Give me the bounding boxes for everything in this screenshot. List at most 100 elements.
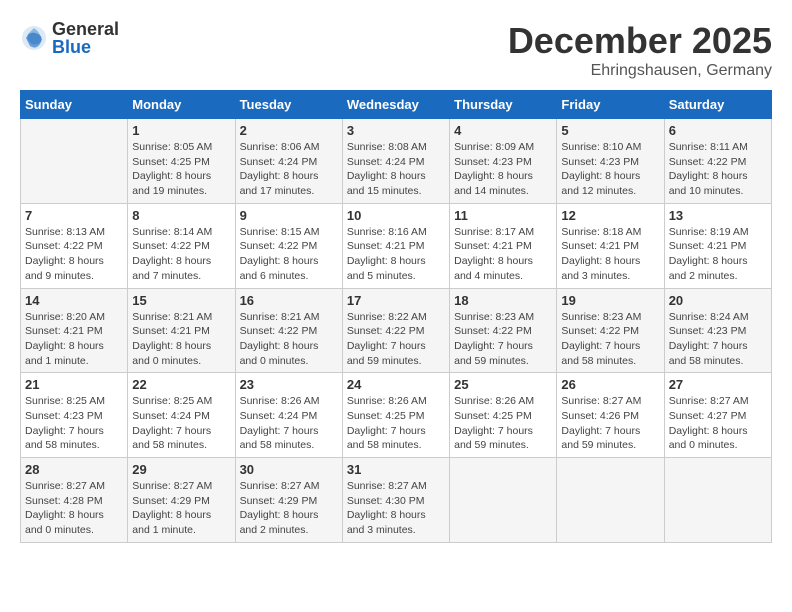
- calendar-cell: 15Sunrise: 8:21 AM Sunset: 4:21 PM Dayli…: [128, 288, 235, 373]
- calendar-cell: 17 Sunrise: 8:22 AM Sunset: 4:22 PM Dayli…: [342, 288, 449, 373]
- day-info: Sunrise: 8:25 AM Sunset: 4:24 PM Dayligh…: [132, 394, 230, 453]
- calendar-cell: 31 Sunrise: 8:27 AM Sunset: 4:30 PM Dayli…: [342, 458, 449, 543]
- calendar-cell: 6Sunrise: 8:11 AM Sunset: 4:22 PM Daylig…: [664, 119, 771, 204]
- day-number: 7: [25, 208, 123, 223]
- weekday-header-sunday: Sunday: [21, 91, 128, 119]
- day-info: Sunrise: 8:24 AM Sunset: 4:23 PM Dayligh…: [669, 310, 767, 369]
- logo-blue: Blue: [52, 38, 119, 56]
- calendar-cell: 16 Sunrise: 8:21 AM Sunset: 4:22 PM Dayli…: [235, 288, 342, 373]
- calendar-cell: 22 Sunrise: 8:25 AM Sunset: 4:24 PM Dayli…: [128, 373, 235, 458]
- day-number: 28: [25, 462, 123, 477]
- calendar-cell: 28Sunrise: 8:27 AM Sunset: 4:28 PM Dayli…: [21, 458, 128, 543]
- weekday-header-saturday: Saturday: [664, 91, 771, 119]
- day-info: Sunrise: 8:27 AM Sunset: 4:30 PM Dayligh…: [347, 479, 445, 538]
- day-info: Sunrise: 8:26 AM Sunset: 4:24 PM Dayligh…: [240, 394, 338, 453]
- day-info: Sunrise: 8:21 AM Sunset: 4:22 PM Dayligh…: [240, 310, 338, 369]
- calendar-cell: 21 Sunrise: 8:25 AM Sunset: 4:23 PM Dayli…: [21, 373, 128, 458]
- day-info: Sunrise: 8:27 AM Sunset: 4:29 PM Dayligh…: [240, 479, 338, 538]
- day-number: 8: [132, 208, 230, 223]
- calendar-cell: 8 Sunrise: 8:14 AM Sunset: 4:22 PM Daylig…: [128, 203, 235, 288]
- day-number: 22: [132, 377, 230, 392]
- day-number: 29: [132, 462, 230, 477]
- location-subtitle: Ehringshausen, Germany: [508, 62, 772, 80]
- day-info: Sunrise: 8:26 AM Sunset: 4:25 PM Dayligh…: [347, 394, 445, 453]
- day-info: Sunrise: 8:15 AM Sunset: 4:22 PM Dayligh…: [240, 225, 338, 284]
- day-info: Sunrise: 8:13 AM Sunset: 4:22 PM Dayligh…: [25, 225, 123, 284]
- page-header: General Blue December 2025 Ehringshausen…: [20, 20, 772, 80]
- day-number: 5: [561, 123, 659, 138]
- day-number: 1: [132, 123, 230, 138]
- calendar-cell: 23 Sunrise: 8:26 AM Sunset: 4:24 PM Dayli…: [235, 373, 342, 458]
- title-area: December 2025 Ehringshausen, Germany: [508, 20, 772, 80]
- day-number: 13: [669, 208, 767, 223]
- day-number: 17: [347, 293, 445, 308]
- calendar-cell: 5 Sunrise: 8:10 AM Sunset: 4:23 PM Daylig…: [557, 119, 664, 204]
- calendar-cell: [557, 458, 664, 543]
- day-info: Sunrise: 8:27 AM Sunset: 4:29 PM Dayligh…: [132, 479, 230, 538]
- calendar-header: SundayMondayTuesdayWednesdayThursdayFrid…: [21, 91, 772, 119]
- day-number: 21: [25, 377, 123, 392]
- day-info: Sunrise: 8:06 AM Sunset: 4:24 PM Dayligh…: [240, 140, 338, 199]
- calendar-cell: 10 Sunrise: 8:16 AM Sunset: 4:21 PM Dayli…: [342, 203, 449, 288]
- calendar-week-4: 21 Sunrise: 8:25 AM Sunset: 4:23 PM Dayli…: [21, 373, 772, 458]
- day-number: 10: [347, 208, 445, 223]
- calendar-cell: 2 Sunrise: 8:06 AM Sunset: 4:24 PM Daylig…: [235, 119, 342, 204]
- day-info: Sunrise: 8:16 AM Sunset: 4:21 PM Dayligh…: [347, 225, 445, 284]
- calendar-body: 1 Sunrise: 8:05 AM Sunset: 4:25 PM Daylig…: [21, 119, 772, 543]
- day-info: Sunrise: 8:10 AM Sunset: 4:23 PM Dayligh…: [561, 140, 659, 199]
- day-info: Sunrise: 8:20 AM Sunset: 4:21 PM Dayligh…: [25, 310, 123, 369]
- calendar-week-1: 1 Sunrise: 8:05 AM Sunset: 4:25 PM Daylig…: [21, 119, 772, 204]
- day-info: Sunrise: 8:22 AM Sunset: 4:22 PM Dayligh…: [347, 310, 445, 369]
- day-number: 6: [669, 123, 767, 138]
- day-number: 4: [454, 123, 552, 138]
- day-number: 12: [561, 208, 659, 223]
- day-number: 20: [669, 293, 767, 308]
- day-number: 19: [561, 293, 659, 308]
- calendar-cell: 29 Sunrise: 8:27 AM Sunset: 4:29 PM Dayli…: [128, 458, 235, 543]
- day-info: Sunrise: 8:05 AM Sunset: 4:25 PM Dayligh…: [132, 140, 230, 199]
- calendar-cell: 13Sunrise: 8:19 AM Sunset: 4:21 PM Dayli…: [664, 203, 771, 288]
- weekday-header-friday: Friday: [557, 91, 664, 119]
- day-number: 14: [25, 293, 123, 308]
- logo-text: General Blue: [52, 20, 119, 56]
- day-number: 25: [454, 377, 552, 392]
- logo-icon: [20, 24, 48, 52]
- day-number: 3: [347, 123, 445, 138]
- day-number: 9: [240, 208, 338, 223]
- calendar-cell: 11 Sunrise: 8:17 AM Sunset: 4:21 PM Dayli…: [450, 203, 557, 288]
- calendar-cell: 27Sunrise: 8:27 AM Sunset: 4:27 PM Dayli…: [664, 373, 771, 458]
- logo: General Blue: [20, 20, 119, 56]
- day-info: Sunrise: 8:27 AM Sunset: 4:27 PM Dayligh…: [669, 394, 767, 453]
- day-info: Sunrise: 8:14 AM Sunset: 4:22 PM Dayligh…: [132, 225, 230, 284]
- calendar-week-3: 14 Sunrise: 8:20 AM Sunset: 4:21 PM Dayli…: [21, 288, 772, 373]
- calendar-cell: 7 Sunrise: 8:13 AM Sunset: 4:22 PM Daylig…: [21, 203, 128, 288]
- calendar-cell: 24 Sunrise: 8:26 AM Sunset: 4:25 PM Dayli…: [342, 373, 449, 458]
- day-info: Sunrise: 8:23 AM Sunset: 4:22 PM Dayligh…: [454, 310, 552, 369]
- day-info: Sunrise: 8:26 AM Sunset: 4:25 PM Dayligh…: [454, 394, 552, 453]
- day-info: Sunrise: 8:18 AM Sunset: 4:21 PM Dayligh…: [561, 225, 659, 284]
- calendar-cell: 26 Sunrise: 8:27 AM Sunset: 4:26 PM Dayli…: [557, 373, 664, 458]
- calendar-cell: 18 Sunrise: 8:23 AM Sunset: 4:22 PM Dayli…: [450, 288, 557, 373]
- calendar-cell: 1 Sunrise: 8:05 AM Sunset: 4:25 PM Daylig…: [128, 119, 235, 204]
- calendar-cell: [664, 458, 771, 543]
- weekday-header-monday: Monday: [128, 91, 235, 119]
- month-year-title: December 2025: [508, 20, 772, 62]
- day-number: 18: [454, 293, 552, 308]
- day-number: 16: [240, 293, 338, 308]
- day-info: Sunrise: 8:25 AM Sunset: 4:23 PM Dayligh…: [25, 394, 123, 453]
- calendar-cell: 30Sunrise: 8:27 AM Sunset: 4:29 PM Dayli…: [235, 458, 342, 543]
- day-info: Sunrise: 8:23 AM Sunset: 4:22 PM Dayligh…: [561, 310, 659, 369]
- day-number: 23: [240, 377, 338, 392]
- day-number: 11: [454, 208, 552, 223]
- weekday-header-wednesday: Wednesday: [342, 91, 449, 119]
- day-info: Sunrise: 8:27 AM Sunset: 4:26 PM Dayligh…: [561, 394, 659, 453]
- calendar-week-2: 7 Sunrise: 8:13 AM Sunset: 4:22 PM Daylig…: [21, 203, 772, 288]
- day-number: 31: [347, 462, 445, 477]
- calendar-cell: 25 Sunrise: 8:26 AM Sunset: 4:25 PM Dayli…: [450, 373, 557, 458]
- day-number: 2: [240, 123, 338, 138]
- day-number: 24: [347, 377, 445, 392]
- day-number: 26: [561, 377, 659, 392]
- weekday-header-row: SundayMondayTuesdayWednesdayThursdayFrid…: [21, 91, 772, 119]
- day-info: Sunrise: 8:17 AM Sunset: 4:21 PM Dayligh…: [454, 225, 552, 284]
- calendar-cell: 14 Sunrise: 8:20 AM Sunset: 4:21 PM Dayli…: [21, 288, 128, 373]
